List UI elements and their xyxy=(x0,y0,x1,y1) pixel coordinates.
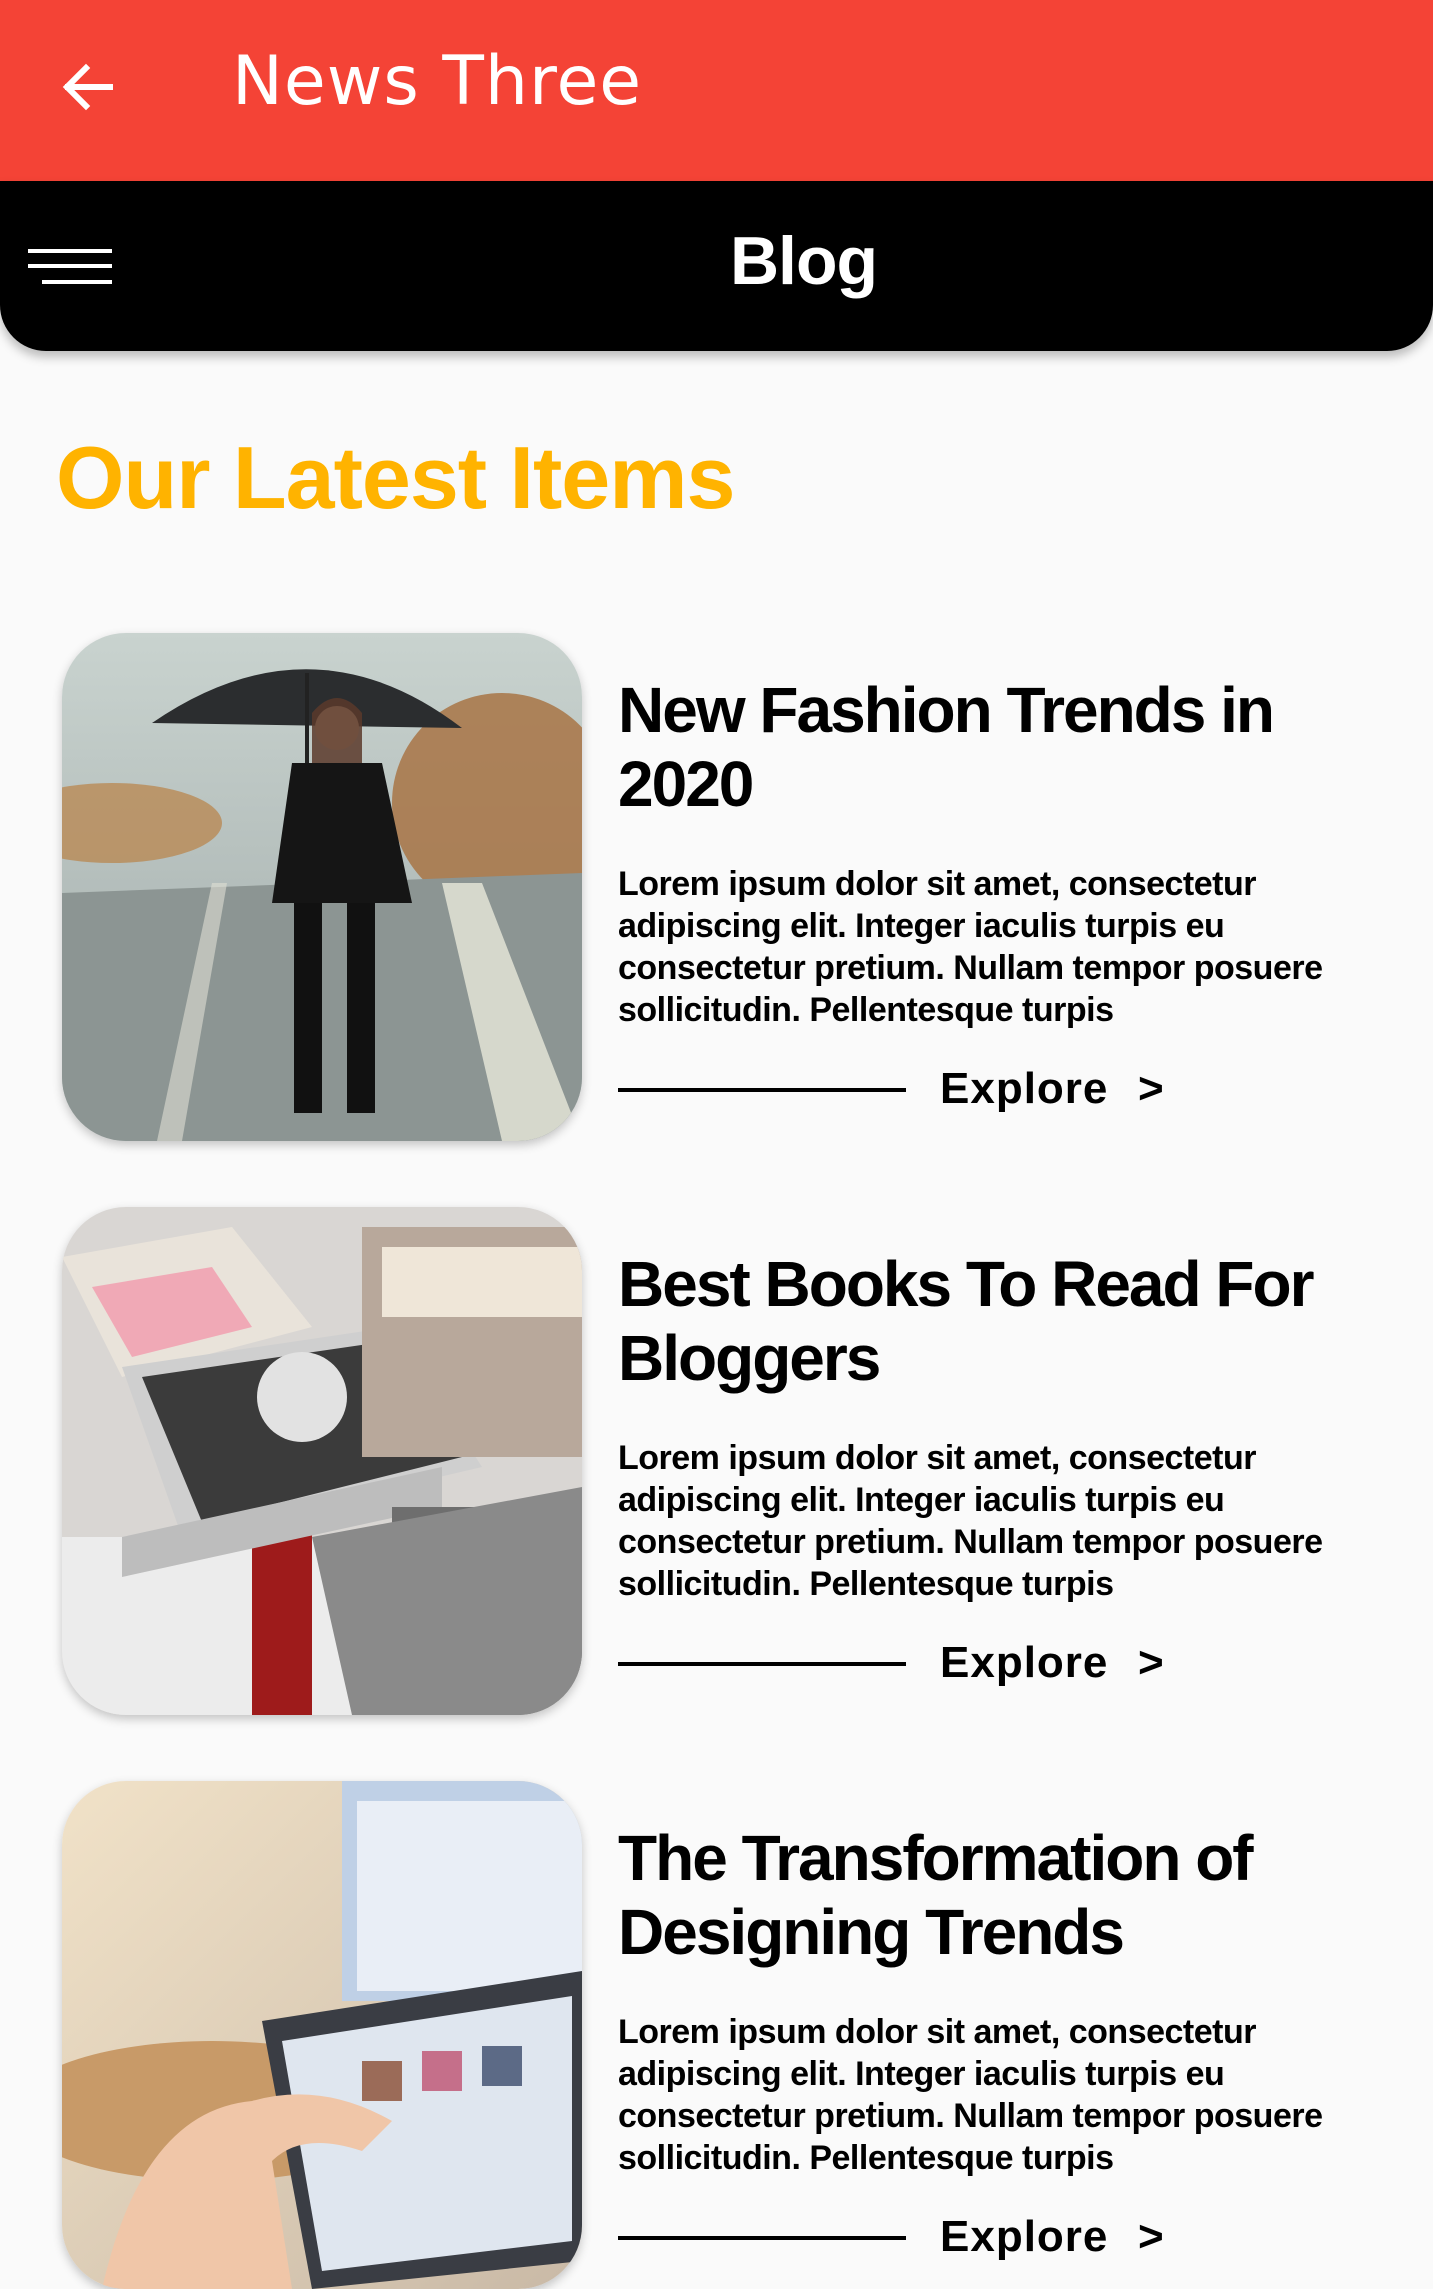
post-excerpt: Lorem ipsum dolor sit amet, consectetur … xyxy=(618,2013,1323,2177)
explore-link[interactable]: Explore xyxy=(940,2209,1108,2265)
post-title[interactable]: New Fashion Trends in 2020 xyxy=(618,673,1378,821)
explore-link[interactable]: Explore xyxy=(940,1061,1108,1117)
app-title: News Three xyxy=(232,42,643,121)
post-title[interactable]: Best Books To Read For Bloggers xyxy=(618,1247,1378,1395)
chevron-right-icon[interactable]: > xyxy=(1138,1061,1164,1117)
explore-link[interactable]: Explore xyxy=(940,1635,1108,1691)
app-bar: News Three xyxy=(0,0,1433,181)
post-title[interactable]: The Transformation of Designing Trends xyxy=(618,1821,1378,1969)
post-excerpt: Lorem ipsum dolor sit amet, consectetur … xyxy=(618,1439,1323,1603)
post-image-design[interactable] xyxy=(62,1781,582,2289)
section-title: Our Latest Items xyxy=(56,428,735,527)
chevron-right-icon[interactable]: > xyxy=(1138,1635,1164,1691)
post-excerpt: Lorem ipsum dolor sit amet, consectetur … xyxy=(618,865,1323,1029)
post-image-books[interactable] xyxy=(62,1207,582,1715)
blog-header: Blog xyxy=(0,181,1433,351)
chevron-right-icon[interactable]: > xyxy=(1138,2209,1164,2265)
post-card[interactable]: Best Books To Read For Bloggers Lorem ip… xyxy=(0,1207,1433,1715)
post-card[interactable]: New Fashion Trends in 2020 Lorem ipsum d… xyxy=(0,633,1433,1141)
blog-title: Blog xyxy=(729,223,878,299)
divider-line xyxy=(618,1662,906,1666)
divider-line xyxy=(618,2236,906,2240)
post-card[interactable]: The Transformation of Designing Trends L… xyxy=(0,1781,1433,2289)
divider-line xyxy=(618,1088,906,1092)
post-image-fashion[interactable] xyxy=(62,633,582,1141)
back-arrow-icon[interactable] xyxy=(56,55,120,119)
